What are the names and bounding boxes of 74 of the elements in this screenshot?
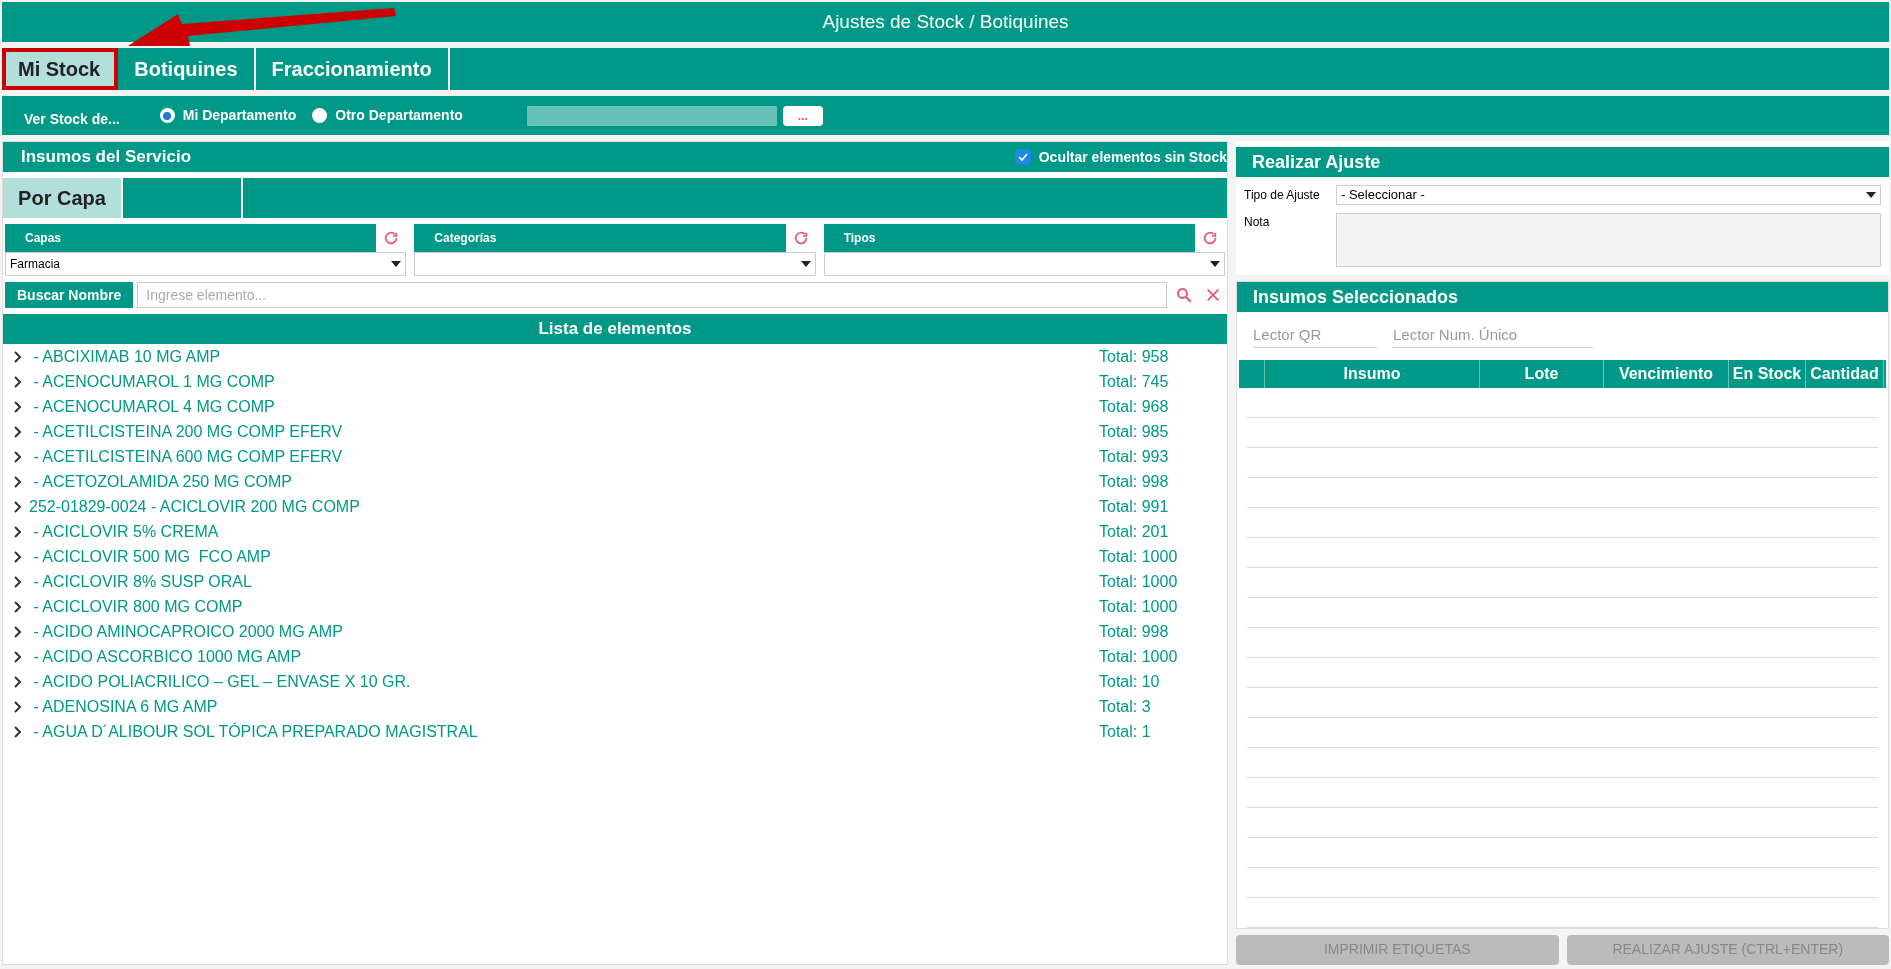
- qr-field[interactable]: Lector QR: [1253, 324, 1377, 348]
- list-item[interactable]: - ACENOCUMAROL 1 MG COMP Total: 745: [3, 369, 1227, 394]
- nota-field[interactable]: [1336, 213, 1881, 267]
- column-header: Vencimiento: [1604, 359, 1729, 388]
- unique-number-field[interactable]: Lector Num. Único: [1393, 324, 1593, 348]
- chevron-icon: [13, 600, 23, 613]
- filter-header: Capas: [5, 224, 377, 252]
- tab[interactable]: Por Capa: [3, 178, 123, 218]
- chevron-icon: [13, 400, 23, 413]
- chevron-icon: [13, 575, 23, 588]
- filter-header: Categorías: [414, 224, 786, 252]
- browse-button[interactable]: ...: [782, 105, 823, 126]
- list-item[interactable]: - AGUA D´ALIBOUR SOL TÓPICA PREPARADO MAGISTRAL Total: 1: [3, 719, 1227, 744]
- checkbox-label: Ocultar elementos sin Stock: [1038, 147, 1227, 167]
- radio-button[interactable]: [159, 108, 175, 123]
- caret-icon: [1866, 192, 1876, 198]
- list-item[interactable]: - ACICLOVIR 800 MG COMP Total: 1000: [3, 594, 1227, 619]
- tipo-dropdown[interactable]: - Seleccionar -: [1336, 185, 1881, 205]
- search-icon[interactable]: [1175, 286, 1193, 304]
- chevron-icon: [13, 550, 23, 563]
- column-header: Insumo: [1265, 359, 1480, 388]
- title-bar: Ajustes de Stock / Botiquines: [2, 2, 1889, 42]
- radio-label: Mi Departamento: [182, 106, 297, 125]
- list-item[interactable]: - ACICLOVIR 500 MG FCO AMP Total: 1000: [3, 544, 1227, 569]
- list-item[interactable]: - ACIDO POLIACRILICO – GEL – ENVASE X 10 GR. Total: 10: [3, 669, 1227, 694]
- list-header: Lista de elementos: [3, 314, 1227, 344]
- refresh-icon[interactable]: [383, 230, 400, 246]
- panel-header: Insumos Seleccionados: [1237, 282, 1888, 312]
- chevron-icon: [13, 500, 23, 513]
- chevron-icon: [13, 725, 23, 738]
- list-item[interactable]: - ACETILCISTEINA 600 MG COMP EFERV Total: 993: [3, 444, 1227, 469]
- caret-icon: [1210, 261, 1220, 267]
- chevron-icon: [13, 675, 23, 688]
- list-item[interactable]: - ACENOCUMAROL 4 MG COMP Total: 968: [3, 394, 1227, 419]
- caret-icon: [391, 261, 402, 267]
- list-item[interactable]: - ABCIXIMAB 10 MG AMP Total: 958: [3, 344, 1227, 369]
- list-item[interactable]: - ACIDO ASCORBICO 1000 MG AMP Total: 1000: [3, 644, 1227, 669]
- close-icon[interactable]: [1205, 287, 1221, 303]
- chevron-icon: [13, 525, 23, 538]
- chevron-icon: [13, 475, 23, 488]
- chevron-icon: [13, 450, 23, 463]
- nota-label: Nota: [1244, 214, 1271, 231]
- list-item[interactable]: 252-01829-0024 - ACICLOVIR 200 MG COMP Total: 991: [3, 494, 1227, 519]
- panel-header: Realizar Ajuste: [1236, 147, 1889, 177]
- search-field[interactable]: Ingrese elemento...: [137, 282, 1167, 308]
- list-item[interactable]: - ADENOSINA 6 MG AMP Total: 3: [3, 694, 1227, 719]
- chevron-icon: [13, 425, 23, 438]
- list-item[interactable]: - ACICLOVIR 5% CREMA Total: 201: [3, 519, 1227, 544]
- tipo-label: Tipo de Ajuste: [1244, 187, 1321, 204]
- column-header: Lote: [1480, 359, 1604, 388]
- chevron-icon: [13, 350, 23, 363]
- chevron-icon: [13, 650, 23, 663]
- search-label: Buscar Nombre: [5, 282, 134, 308]
- column-header: Cantidad: [1806, 359, 1884, 388]
- list-item[interactable]: - ACICLOVIR 8% SUSP ORAL Total: 1000: [3, 569, 1227, 594]
- refresh-icon[interactable]: [792, 230, 809, 246]
- filter-header: Tipos: [823, 224, 1195, 252]
- column-header: En Stock: [1729, 359, 1806, 388]
- ver-stock-label: Ver Stock de...: [24, 110, 120, 129]
- panel-title: Insumos del Servicio: [21, 146, 192, 169]
- chevron-icon: [13, 375, 23, 388]
- chevron-icon: [13, 625, 23, 638]
- caret-icon: [800, 261, 811, 267]
- radio-label: Otro Departamento: [335, 106, 463, 125]
- radio-button[interactable]: [312, 108, 328, 123]
- list-item[interactable]: - ACETOZOLAMIDA 250 MG COMP Total: 998: [3, 469, 1227, 494]
- list-item[interactable]: - ACETILCISTEINA 200 MG COMP EFERV Total: 985: [3, 419, 1227, 444]
- chevron-icon: [13, 700, 23, 713]
- tab[interactable]: Mi Stock: [2, 48, 119, 90]
- list-item[interactable]: - ACIDO AMINOCAPROICO 2000 MG AMP Total: 998: [3, 619, 1227, 644]
- refresh-icon[interactable]: [1202, 230, 1218, 246]
- department-field[interactable]: [526, 105, 777, 126]
- checkbox[interactable]: [1014, 149, 1031, 165]
- filter-dropdown[interactable]: Farmacia: [5, 252, 407, 276]
